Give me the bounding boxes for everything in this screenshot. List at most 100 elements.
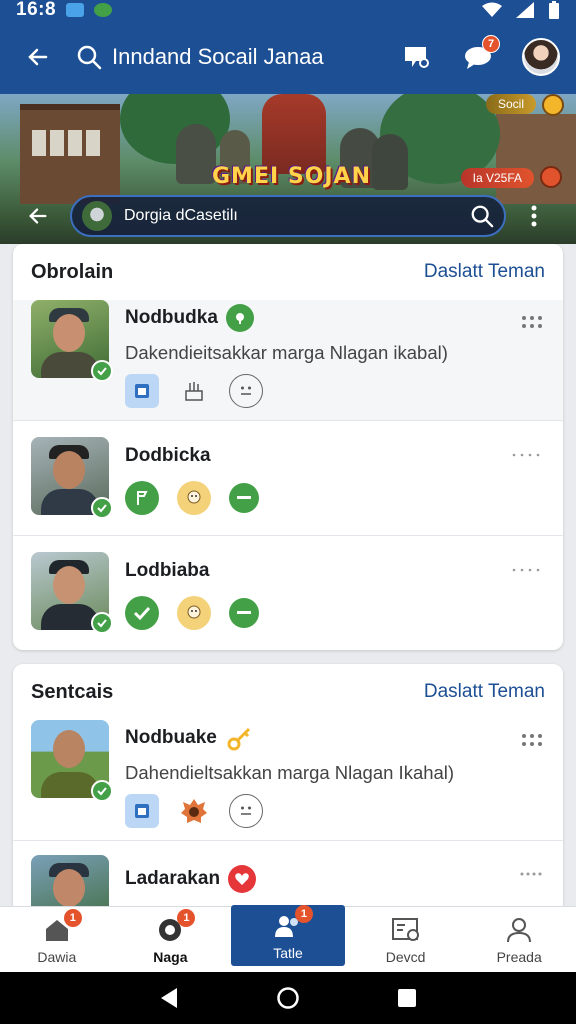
nav-label: Dawia (37, 948, 77, 965)
neutral-face-icon[interactable] (229, 374, 263, 408)
neutral-face-icon[interactable] (229, 794, 263, 828)
more-dots-icon[interactable] (511, 451, 543, 459)
fox-sticker-icon[interactable] (177, 794, 211, 828)
section-header: Obrolain Daslatt Teman (13, 244, 563, 300)
more-dots-icon[interactable] (519, 869, 543, 879)
friend-photo[interactable] (31, 552, 113, 634)
friend-row[interactable]: Dodbicka (13, 420, 563, 535)
notification-badge: 7 (482, 35, 500, 53)
section-header: Sentcais Daslatt Teman (13, 664, 563, 720)
circle-home-icon (277, 987, 299, 1009)
game-title: GMEI SOJAN (212, 164, 371, 189)
status-time: 16:8 (16, 0, 57, 20)
messages-button[interactable] (398, 39, 434, 75)
avatar-face-icon[interactable] (177, 596, 211, 630)
status-bar: 16:8 (0, 0, 576, 20)
friend-row[interactable]: Nodbuake Dahendieltsakkan marga Nlagan I… (13, 720, 563, 840)
page-title: Inndand Socail Janaa (112, 44, 324, 69)
friend-list-link[interactable]: Daslatt Teman (424, 681, 545, 703)
friend-name: Lodbiaba (125, 560, 210, 581)
nav-item-dawia[interactable]: 1 Dawia (0, 907, 114, 972)
banner-back-button[interactable] (20, 198, 56, 234)
photo-share-icon[interactable] (125, 794, 159, 828)
checkmark-circle-icon[interactable] (125, 596, 159, 630)
arrow-left-icon (29, 208, 47, 224)
wifi-icon (482, 2, 502, 17)
nav-item-devcd[interactable]: Devcd (349, 907, 463, 972)
friend-row[interactable]: Lodbiaba (13, 535, 563, 650)
coin-icon (540, 166, 562, 188)
nav-label: Naga (153, 948, 188, 965)
chat-bubble-icon (405, 47, 429, 68)
id-card-icon (391, 917, 419, 941)
more-dots-icon[interactable] (521, 314, 543, 330)
nav-badge: 1 (177, 908, 196, 927)
game-banner[interactable]: GMEI SOJAN Socil Ia V25FA Dorgia dCaseti… (0, 94, 576, 244)
friend-name: Nodbuake (125, 727, 217, 748)
online-check-icon (91, 360, 113, 382)
banner-house-illustration (20, 104, 120, 204)
minus-circle-icon[interactable] (229, 483, 259, 513)
friend-subtitle: Dahendieltsakkan marga Nlagan Ikahal) (125, 762, 455, 783)
vertical-dots-icon (531, 205, 537, 227)
coin-icon (542, 94, 564, 116)
friend-row[interactable]: Nodbudka Dakendieitsakkar marga Nlagan i… (13, 300, 563, 420)
friend-subtitle: Dakendieitsakkar marga Nlagan ikabal) (125, 342, 448, 363)
section-card: Sentcais Daslatt Teman Nodbuake Dahendie… (13, 664, 563, 924)
nav-item-naga[interactable]: 1 Naga (114, 907, 228, 972)
more-dots-icon[interactable] (511, 566, 543, 574)
green-flag-icon[interactable] (125, 481, 159, 515)
square-recents-icon (397, 989, 416, 1007)
friend-photo[interactable] (31, 720, 113, 802)
battery-icon (549, 1, 559, 19)
search-input-text: Dorgia dCasetilı (124, 207, 238, 224)
nav-item-preada[interactable]: Preada (462, 907, 576, 972)
more-options-button[interactable] (524, 198, 544, 234)
system-recents-button[interactable] (387, 978, 427, 1018)
nav-label: Preada (496, 948, 542, 965)
search-icon (77, 45, 102, 70)
friend-name: Nodbudka (125, 307, 218, 328)
photo-share-icon[interactable] (125, 374, 159, 408)
nav-item-tatle[interactable]: 1 Tatle (231, 904, 345, 966)
banner-warrior (372, 134, 408, 190)
banner-house-illustration (496, 114, 576, 204)
system-back-button[interactable] (149, 978, 189, 1018)
minus-circle-icon[interactable] (229, 598, 259, 628)
top-app-bar: Inndand Socail Janaa 7 (0, 20, 576, 94)
banner-search-field[interactable]: Dorgia dCasetilı (70, 195, 506, 237)
friend-list-link[interactable]: Daslatt Teman (424, 261, 545, 283)
system-navigation-bar (0, 972, 576, 1024)
nav-badge: 1 (294, 904, 313, 923)
friend-photo[interactable] (31, 437, 113, 519)
signal-icon (516, 2, 534, 18)
online-check-icon (91, 612, 113, 634)
search-thumbnail (82, 201, 112, 231)
banner-tag[interactable]: Socil (485, 94, 536, 114)
banner-tag[interactable]: Ia V25FA (460, 168, 534, 188)
nav-badge: 1 (63, 908, 82, 927)
notifications-button[interactable]: 7 (460, 35, 500, 75)
heart-badge-icon (228, 865, 257, 893)
banner-warrior (262, 94, 326, 174)
banner-warrior (176, 124, 216, 184)
notification-app-icon (66, 3, 85, 17)
nav-label: Devcd (385, 948, 426, 965)
online-check-icon (91, 497, 113, 519)
section-title: Obrolain (31, 260, 114, 283)
gift-icon[interactable] (177, 374, 211, 408)
search-icon[interactable] (470, 204, 494, 228)
search-title-area[interactable]: Inndand Socail Janaa (76, 44, 324, 70)
profile-icon (507, 917, 532, 942)
friend-photo[interactable] (31, 300, 113, 382)
leaf-badge-icon (225, 304, 254, 332)
system-home-button[interactable] (268, 978, 308, 1018)
more-dots-icon[interactable] (521, 732, 543, 748)
back-button[interactable] (18, 37, 58, 77)
friend-name: Ladarakan (125, 868, 221, 889)
avatar-face-icon[interactable] (177, 481, 211, 515)
nav-label: Tatle (273, 944, 303, 961)
section-card: Obrolain Daslatt Teman Nodbudka Dakendie… (13, 244, 563, 650)
profile-avatar[interactable] (522, 38, 560, 76)
key-badge-icon (225, 724, 253, 752)
